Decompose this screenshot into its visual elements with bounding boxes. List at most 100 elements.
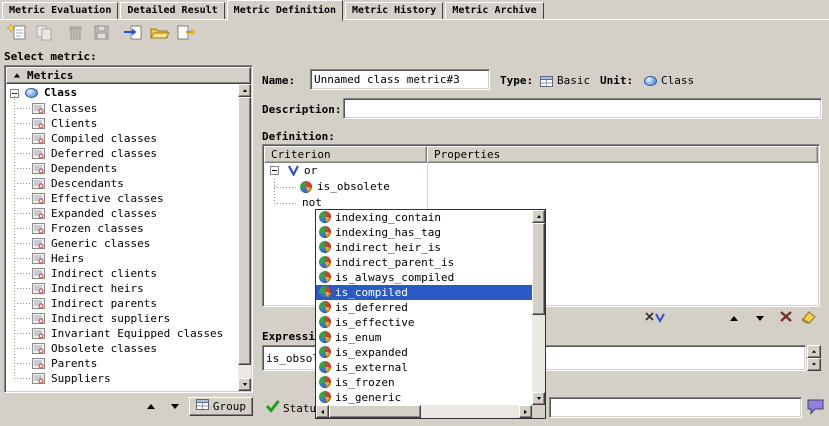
- status-field[interactable]: [549, 397, 802, 418]
- scroll-right-button[interactable]: [519, 405, 532, 418]
- scroll-thumb[interactable]: [329, 405, 421, 418]
- scrollbar-corner: [532, 405, 545, 418]
- import-metrics-icon: [123, 24, 144, 44]
- spinner-down-button[interactable]: [807, 358, 821, 371]
- wipe-out-button[interactable]: [796, 309, 820, 327]
- criterion-option[interactable]: is_effective: [316, 315, 532, 330]
- collapse-icon[interactable]: [270, 166, 279, 175]
- metric-tree-item[interactable]: Parents: [6, 356, 238, 371]
- scroll-thumb[interactable]: [532, 223, 545, 315]
- dropdown-vertical-scrollbar[interactable]: [532, 210, 545, 405]
- new-metric-button[interactable]: [4, 22, 30, 46]
- move-metric-up-button[interactable]: [141, 398, 161, 415]
- move-criterion-down-button[interactable]: [748, 309, 772, 327]
- criterion-option[interactable]: is_deferred: [316, 300, 532, 315]
- criterion-option[interactable]: is_frozen: [316, 375, 532, 390]
- sort-ascending-icon: [14, 74, 20, 78]
- dropdown-horizontal-scrollbar[interactable]: [316, 405, 532, 418]
- metric-tree-item[interactable]: Invariant Equipped classes: [6, 326, 238, 341]
- metric-tree-item[interactable]: Obsolete classes: [6, 341, 238, 356]
- group-toggle-button[interactable]: Group: [189, 397, 253, 416]
- criterion-option[interactable]: indexing_contain: [316, 210, 532, 225]
- metric-tree-item[interactable]: Suppliers: [6, 371, 238, 386]
- class-unit-icon: [25, 88, 38, 101]
- metric-tree-item[interactable]: Indirect heirs: [6, 281, 238, 296]
- metric-tree-item[interactable]: Expanded classes: [6, 206, 238, 221]
- spinner-up-button[interactable]: [807, 345, 821, 358]
- metric-tree-item[interactable]: Indirect parents: [6, 296, 238, 311]
- criterion-option-label: is_compiled: [335, 286, 408, 299]
- criterion-option[interactable]: indexing_has_tag: [316, 225, 532, 240]
- tab[interactable]: Metric Evaluation: [2, 2, 118, 19]
- import-metrics-button[interactable]: [120, 22, 146, 46]
- description-input[interactable]: [344, 99, 821, 118]
- scroll-thumb[interactable]: [238, 97, 251, 365]
- metric-tree-item[interactable]: Indirect clients: [6, 266, 238, 281]
- down-arrow-icon: [756, 316, 764, 321]
- metric-tree-item[interactable]: Heirs: [6, 251, 238, 266]
- or-operator-row[interactable]: or: [264, 163, 818, 179]
- properties-column-header[interactable]: Properties: [427, 146, 818, 163]
- tree-root-item[interactable]: Class: [6, 86, 238, 101]
- metric-tree-item[interactable]: Effective classes: [6, 191, 238, 206]
- status-input[interactable]: [550, 398, 801, 417]
- metric-tree-item[interactable]: Frozen classes: [6, 221, 238, 236]
- name-input[interactable]: [311, 70, 489, 89]
- metric-tree-item[interactable]: Indirect suppliers: [6, 311, 238, 326]
- criterion-option[interactable]: is_always_compiled: [316, 270, 532, 285]
- metric-tree-item[interactable]: Compiled classes: [6, 131, 238, 146]
- metrics-column-header[interactable]: Metrics: [6, 67, 251, 84]
- tree-scrollbar[interactable]: [238, 84, 251, 391]
- criterion-option[interactable]: is_enum: [316, 330, 532, 345]
- tab-label: Detailed Result: [127, 5, 217, 16]
- move-metric-down-button[interactable]: [165, 398, 185, 415]
- move-criterion-up-button[interactable]: [722, 309, 746, 327]
- status-check-icon: [265, 399, 281, 416]
- metric-tree-item[interactable]: Descendants: [6, 176, 238, 191]
- criterion-option[interactable]: indirect_heir_is: [316, 240, 532, 255]
- tree-children: Classes Clients Compiled classes Deferre…: [6, 101, 238, 386]
- tab[interactable]: Metric History: [345, 2, 443, 19]
- criterion-icon: [319, 256, 331, 268]
- scroll-down-button[interactable]: [532, 392, 545, 405]
- tree-root-label: Class: [44, 86, 77, 99]
- metric-tree-item[interactable]: Clients: [6, 116, 238, 131]
- metric-label: Dependents: [51, 162, 117, 175]
- tab[interactable]: Detailed Result: [120, 2, 224, 19]
- delete-criterion-button[interactable]: [774, 309, 798, 327]
- name-field[interactable]: [310, 69, 490, 90]
- scroll-left-button[interactable]: [316, 405, 329, 418]
- criterion-icon: [319, 271, 331, 283]
- is-obsolete-criterion-row[interactable]: is_obsolete: [264, 179, 818, 195]
- metric-tree-item[interactable]: Classes: [6, 101, 238, 116]
- metric-tree-item[interactable]: Deferred classes: [6, 146, 238, 161]
- export-metrics-icon: [175, 24, 196, 44]
- criterion-column-header[interactable]: Criterion: [264, 146, 427, 163]
- description-field[interactable]: [343, 98, 822, 119]
- toggle-and-or-button[interactable]: [643, 309, 667, 327]
- criterion-icon: [319, 301, 331, 313]
- metric-tree-item[interactable]: Generic classes: [6, 236, 238, 251]
- criterion-option[interactable]: is_external: [316, 360, 532, 375]
- unit-value: Class: [661, 74, 694, 87]
- metric-label: Compiled classes: [51, 132, 157, 145]
- delete-metric-button[interactable]: [62, 22, 88, 46]
- duplicate-metric-button[interactable]: [30, 22, 56, 46]
- criterion-option[interactable]: is_compiled: [316, 285, 532, 300]
- criterion-option[interactable]: is_expanded: [316, 345, 532, 360]
- export-metrics-button[interactable]: [172, 22, 198, 46]
- metric-tree-item[interactable]: Dependents: [6, 161, 238, 176]
- criterion-option[interactable]: is_generic: [316, 390, 532, 405]
- metric-label: Invariant Equipped classes: [51, 327, 223, 340]
- criterion-option[interactable]: indirect_parent_is: [316, 255, 532, 270]
- tab[interactable]: Metric Archive: [445, 2, 543, 19]
- scroll-up-button[interactable]: [238, 84, 251, 97]
- save-metric-button[interactable]: [88, 22, 114, 46]
- criterion-icon: [319, 376, 331, 388]
- duplicate-metric-icon: [33, 24, 54, 44]
- scroll-down-button[interactable]: [238, 378, 251, 391]
- scroll-up-button[interactable]: [532, 210, 545, 223]
- open-metric-file-button[interactable]: [146, 22, 172, 46]
- tab[interactable]: Metric Definition: [227, 0, 343, 21]
- comment-button[interactable]: [806, 398, 825, 418]
